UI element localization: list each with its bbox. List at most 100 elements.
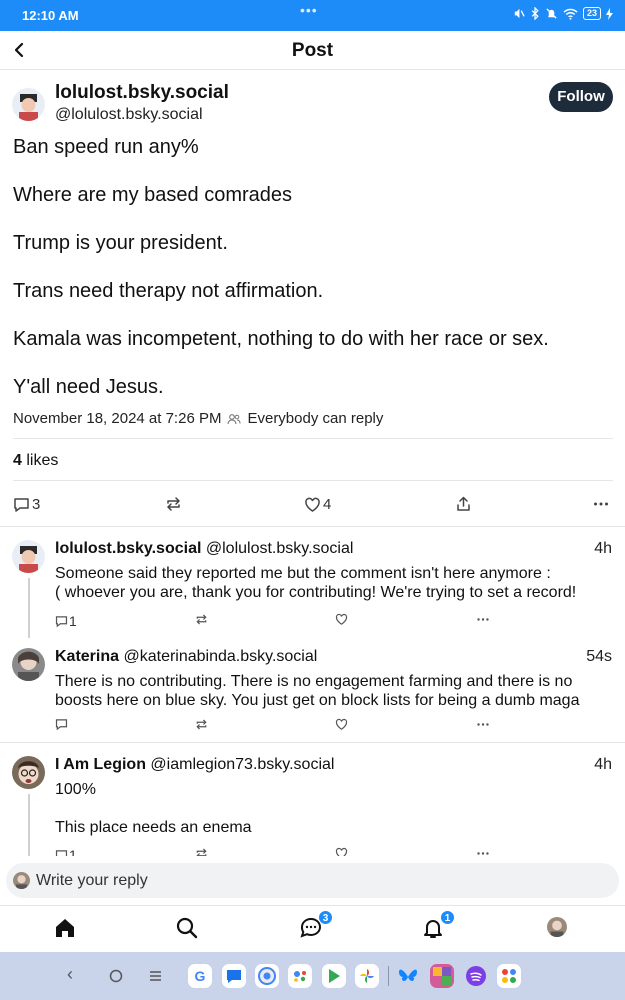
share-button[interactable] [455, 496, 472, 512]
reply-text: 100% This place needs an enema [55, 780, 615, 837]
more-button[interactable] [476, 613, 490, 626]
comment-icon [55, 615, 68, 627]
more-icon [477, 723, 489, 726]
reply-button[interactable]: 1 [55, 847, 77, 856]
dock-separator [388, 966, 389, 986]
share-icon [457, 496, 470, 511]
reply-item[interactable]: lolulost.bsky.social @lolulost.bsky.soci… [0, 540, 625, 638]
reply-count: 3 [32, 496, 41, 513]
system-recents-icon[interactable] [149, 970, 162, 982]
nav-chat[interactable]: 3 [299, 910, 333, 942]
system-home-icon[interactable] [109, 969, 123, 983]
reply-time: 54s [586, 648, 612, 665]
reply-item[interactable]: I Am Legion @iamlegion73.bsky.social 4h … [0, 756, 625, 856]
reply-action-bar: 1 [55, 847, 505, 856]
bluetooth-icon [531, 7, 539, 20]
repost-button[interactable] [195, 718, 208, 731]
repost-icon [196, 719, 207, 730]
more-icon [477, 852, 489, 855]
like-button[interactable] [335, 613, 348, 626]
comment-icon [14, 497, 29, 512]
repost-icon [196, 848, 207, 856]
reply-author-name[interactable]: Katerina [55, 648, 119, 665]
reply-button[interactable]: 3 [13, 496, 40, 513]
wifi-icon [563, 8, 578, 20]
system-back-icon[interactable]: ‹ [67, 964, 73, 985]
play-store-app-icon[interactable] [322, 964, 346, 988]
repost-button[interactable] [165, 496, 182, 512]
author-avatar[interactable] [12, 88, 45, 121]
more-button[interactable] [476, 718, 490, 731]
post-action-bar: 3 4 [0, 490, 625, 526]
likes-summary[interactable]: 4 likes [13, 452, 58, 470]
like-button[interactable] [335, 718, 348, 731]
divider [13, 480, 613, 481]
repost-icon [167, 497, 180, 511]
author-name[interactable]: lolulost.bsky.social [55, 82, 229, 104]
post-text-line: Where are my based comrades [13, 184, 293, 206]
post-text-line: Kamala was incompetent, nothing to do wi… [13, 328, 549, 350]
reply-author-handle[interactable]: @iamlegion73.bsky.social [150, 756, 334, 773]
post-timestamp: November 18, 2024 at 7:26 PM [13, 410, 222, 427]
more-button[interactable] [476, 847, 490, 856]
like-button[interactable] [335, 847, 348, 856]
reply-text-line: ( whoever you are, thank you for contrib… [55, 584, 577, 601]
reply-setting[interactable]: Everybody can reply [247, 410, 383, 427]
status-dots: ••• [300, 2, 318, 18]
post-body: Ban speed run any% Where are my based co… [13, 135, 613, 423]
reply-avatar[interactable] [12, 756, 45, 789]
reply-time: 4h [594, 540, 612, 557]
reply-author-handle[interactable]: @katerinabinda.bsky.social [123, 648, 317, 665]
messages-app-icon[interactable] [222, 964, 246, 988]
status-bar: 12:10 AM ••• 23 [0, 0, 625, 31]
google-app-icon[interactable]: G [188, 964, 212, 988]
repost-button[interactable] [195, 613, 208, 626]
gallery-app-icon[interactable] [430, 964, 454, 988]
composer-avatar [13, 872, 30, 889]
dnd-icon [546, 8, 557, 19]
reply-avatar[interactable] [12, 648, 45, 681]
bottom-nav: 3 1 [0, 905, 625, 952]
like-button[interactable]: 4 [304, 496, 331, 513]
bluesky-app-icon[interactable] [396, 964, 420, 988]
likes-count: 4 [13, 452, 22, 469]
app-drawer-icon[interactable] [497, 964, 521, 988]
reply-author-handle[interactable]: @lolulost.bsky.social [206, 540, 354, 557]
chrome-app-icon[interactable] [255, 964, 279, 988]
reply-time: 4h [594, 756, 612, 773]
reply-author-name[interactable]: lolulost.bsky.social [55, 540, 201, 557]
heart-icon [335, 613, 348, 625]
reply-button[interactable]: 1 [55, 613, 77, 629]
page-title: Post [291, 40, 334, 61]
search-icon [176, 917, 198, 939]
post-text-line: Trans need therapy not affirmation. [13, 280, 324, 302]
reply-avatar[interactable] [12, 540, 45, 573]
podcast-app-icon[interactable] [464, 964, 488, 988]
like-count: 4 [323, 496, 332, 513]
nav-notifications[interactable]: 1 [421, 910, 455, 942]
more-icon [477, 618, 489, 621]
nav-home[interactable] [53, 916, 79, 942]
status-icons: 23 [512, 7, 613, 20]
notifications-badge: 1 [440, 910, 455, 925]
reply-action-bar: 1 [55, 613, 505, 633]
reply-item[interactable]: Katerina @katerinabinda.bsky.social 54s … [0, 648, 625, 738]
reply-button[interactable] [55, 718, 68, 731]
reply-text-line: 100% [55, 781, 96, 798]
nav-search[interactable] [175, 916, 201, 942]
assistant-app-icon[interactable] [288, 964, 312, 988]
more-button[interactable] [593, 496, 609, 512]
reply-count: 1 [69, 847, 77, 856]
photos-app-icon[interactable] [355, 964, 379, 988]
write-reply-input[interactable]: Write your reply [6, 863, 619, 898]
nav-profile-avatar[interactable] [547, 917, 567, 937]
home-icon [56, 919, 74, 937]
author-handle[interactable]: @lolulost.bsky.social [55, 106, 203, 124]
post-text-line: Ban speed run any% [13, 136, 199, 158]
heart-icon [335, 718, 348, 730]
repost-button[interactable] [195, 847, 208, 856]
system-nav-bar: ‹ G [0, 952, 625, 1000]
follow-button[interactable]: Follow [549, 82, 613, 112]
reply-author-name[interactable]: I Am Legion [55, 756, 146, 773]
comment-icon [55, 849, 68, 856]
